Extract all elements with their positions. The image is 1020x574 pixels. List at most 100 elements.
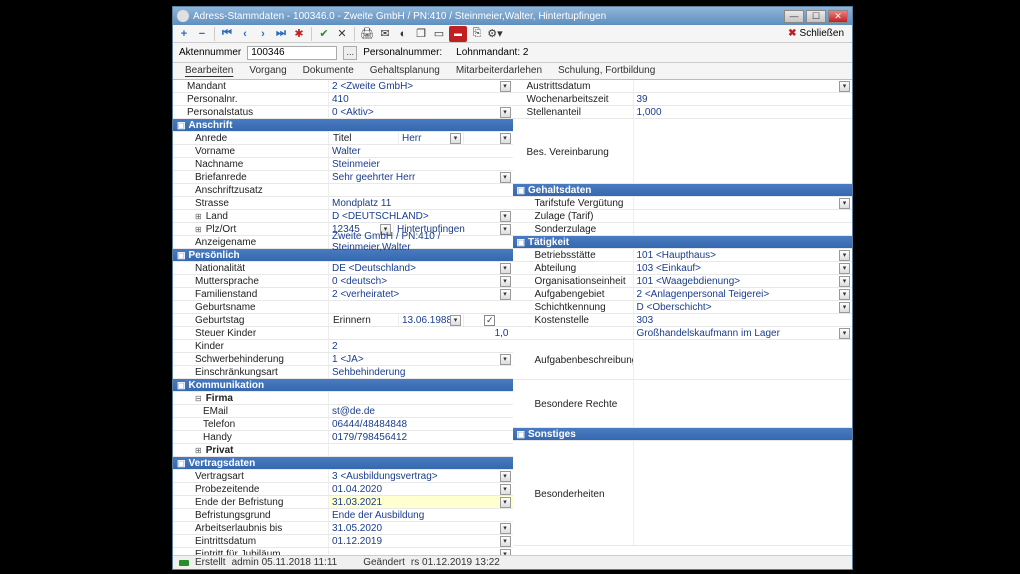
eintrittsdatum-value[interactable]: 01.12.2019▾ xyxy=(328,535,513,547)
steuerkinder-value[interactable]: 1,0 xyxy=(328,327,513,339)
mail-icon[interactable]: ✉ xyxy=(377,26,393,42)
chevron-down-icon[interactable]: ▾ xyxy=(450,133,461,144)
chevron-down-icon[interactable]: ▾ xyxy=(839,263,850,274)
chevron-down-icon[interactable]: ▾ xyxy=(839,289,850,300)
check-icon[interactable]: ✔ xyxy=(316,26,332,42)
tab-mitarbeiterdarlehen[interactable]: Mitarbeiterdarlehen xyxy=(448,63,550,79)
chevron-down-icon[interactable]: ▾ xyxy=(500,536,511,547)
probezeit-value[interactable]: 01.04.2020▾ xyxy=(328,483,513,495)
erinnern-checkbox[interactable]: ✓ xyxy=(463,314,513,326)
anschriftzusatz-value[interactable] xyxy=(328,184,513,196)
email-value[interactable]: st@de.de xyxy=(328,405,513,417)
austritt-value[interactable]: ▾ xyxy=(633,80,853,92)
einschraenkung-value[interactable]: Sehbehinderung xyxy=(328,366,513,378)
tab-gehaltsplanung[interactable]: Gehaltsplanung xyxy=(362,63,448,79)
grosshandel-value[interactable]: Großhandelskaufmann im Lager▾ xyxy=(633,327,853,339)
chevron-down-icon[interactable]: ▾ xyxy=(839,250,850,261)
close-button[interactable]: ✖ Schließen xyxy=(783,28,849,39)
add-icon[interactable]: + xyxy=(176,26,192,42)
section-gehaltsdaten[interactable]: ▣Gehaltsdaten xyxy=(513,184,853,196)
befristungsgrund-value[interactable]: Ende der Ausbildung xyxy=(328,509,513,521)
pdf-icon[interactable]: ▬ xyxy=(449,26,467,42)
personalnr-value[interactable]: 410 xyxy=(328,93,513,105)
vorname-value[interactable]: Walter xyxy=(328,145,513,157)
section-taetigkeit[interactable]: ▣Tätigkeit xyxy=(513,236,853,248)
befristung-value[interactable]: 31.03.2021▾ xyxy=(328,496,513,508)
chevron-down-icon[interactable]: ▾ xyxy=(500,172,511,183)
firma-label[interactable]: ⊟Firma xyxy=(173,392,328,404)
bug-icon[interactable]: ✱ xyxy=(291,26,307,42)
lookup-button[interactable]: … xyxy=(343,46,357,60)
maximize-button[interactable]: ☐ xyxy=(806,10,826,23)
chevron-down-icon[interactable]: ▾ xyxy=(500,354,511,365)
chevron-down-icon[interactable]: ▾ xyxy=(839,302,850,313)
betriebsstaette-value[interactable]: 101 <Haupthaus>▾ xyxy=(633,249,853,261)
muttersprache-value[interactable]: 0 <deutsch>▾ xyxy=(328,275,513,287)
chevron-down-icon[interactable]: ▾ xyxy=(500,211,511,222)
geburtstag-value[interactable]: 13.06.1988▾ xyxy=(398,314,463,326)
land-value[interactable]: D <DEUTSCHLAND>▾ xyxy=(328,210,513,222)
bes-vereinbarung-value[interactable] xyxy=(633,119,853,183)
chevron-down-icon[interactable]: ▾ xyxy=(839,276,850,287)
gear-icon[interactable]: ⚙▾ xyxy=(487,26,503,42)
kostenstelle-value[interactable]: 303 xyxy=(633,314,853,326)
minimize-button[interactable]: — xyxy=(784,10,804,23)
arbeitserlaubnis-value[interactable]: 31.05.2020▾ xyxy=(328,522,513,534)
chevron-down-icon[interactable]: ▾ xyxy=(450,315,461,326)
chevron-down-icon[interactable]: ▾ xyxy=(500,133,511,144)
prev-icon[interactable]: ‹ xyxy=(237,26,253,42)
besonderheiten-value[interactable] xyxy=(633,441,853,545)
chevron-down-icon[interactable]: ▾ xyxy=(500,289,511,300)
open-icon[interactable]: ⎘ xyxy=(469,26,485,42)
chevron-down-icon[interactable]: ▾ xyxy=(500,81,511,92)
titel-value[interactable]: ▾ xyxy=(463,132,513,144)
personalstatus-value[interactable]: 0 <Aktiv>▾ xyxy=(328,106,513,118)
anrede-value[interactable]: Herr▾ xyxy=(398,132,463,144)
stellenanteil-value[interactable]: 1,000 xyxy=(633,106,853,118)
nationalitaet-value[interactable]: DE <Deutschland>▾ xyxy=(328,262,513,274)
expand-icon[interactable]: ⊞ xyxy=(195,446,202,455)
tab-dokumente[interactable]: Dokumente xyxy=(295,63,362,79)
section-anschrift[interactable]: ▣Anschrift xyxy=(173,119,513,131)
tab-schulung[interactable]: Schulung, Fortbildung xyxy=(550,63,663,79)
tarifstufe-value[interactable]: ▾ xyxy=(633,197,853,209)
privat-label[interactable]: ⊞Privat xyxy=(173,444,328,456)
wochenarbeit-value[interactable]: 39 xyxy=(633,93,853,105)
abteilung-value[interactable]: 103 <Einkauf>▾ xyxy=(633,262,853,274)
chevron-down-icon[interactable]: ▾ xyxy=(500,107,511,118)
organisationseinheit-value[interactable]: 101 <Waagebdienung>▾ xyxy=(633,275,853,287)
aktennummer-input[interactable] xyxy=(247,46,337,60)
aufgabenbeschreibung-value[interactable] xyxy=(633,340,853,379)
sonderzulage-value[interactable] xyxy=(633,223,853,235)
familienstand-value[interactable]: 2 <verheiratet>▾ xyxy=(328,288,513,300)
schwerbehinderung-value[interactable]: 1 <JA>▾ xyxy=(328,353,513,365)
tab-bearbeiten[interactable]: Bearbeiten xyxy=(177,63,241,79)
zulage-value[interactable] xyxy=(633,210,853,222)
cal-icon[interactable]: ◐ xyxy=(395,26,411,42)
chevron-down-icon[interactable]: ▾ xyxy=(839,81,850,92)
anzeigename-value[interactable]: Zweite GmbH / PN:410 / Steinmeier,Walter xyxy=(328,236,513,248)
cancel-icon[interactable]: ✕ xyxy=(334,26,350,42)
expand-icon[interactable]: ⊞ xyxy=(195,212,202,221)
print-icon[interactable]: 🖨 xyxy=(359,26,375,42)
close-window-button[interactable]: ✕ xyxy=(828,10,848,23)
section-sonstiges[interactable]: ▣Sonstiges xyxy=(513,428,853,440)
chevron-down-icon[interactable]: ▾ xyxy=(500,497,511,508)
chevron-down-icon[interactable]: ▾ xyxy=(500,471,511,482)
chevron-down-icon[interactable]: ▾ xyxy=(500,263,511,274)
briefanrede-value[interactable]: Sehr geehrter Herr▾ xyxy=(328,171,513,183)
last-icon[interactable]: ⏭ xyxy=(273,26,289,42)
schichtkennung-value[interactable]: D <Oberschicht>▾ xyxy=(633,301,853,313)
chevron-down-icon[interactable]: ▾ xyxy=(500,523,511,534)
next-icon[interactable]: › xyxy=(255,26,271,42)
kinder-value[interactable]: 2 xyxy=(328,340,513,352)
first-icon[interactable]: ⏮ xyxy=(219,26,235,42)
chevron-down-icon[interactable]: ▾ xyxy=(500,276,511,287)
section-kommunikation[interactable]: ▣Kommunikation xyxy=(173,379,513,391)
remove-icon[interactable]: − xyxy=(194,26,210,42)
nachname-value[interactable]: Steinmeier xyxy=(328,158,513,170)
vertragsart-value[interactable]: 3 <Ausbildungsvertrag>▾ xyxy=(328,470,513,482)
strasse-value[interactable]: Mondplatz 11 xyxy=(328,197,513,209)
handy-value[interactable]: 0179/798456412 xyxy=(328,431,513,443)
collapse-icon[interactable]: ⊟ xyxy=(195,394,202,403)
